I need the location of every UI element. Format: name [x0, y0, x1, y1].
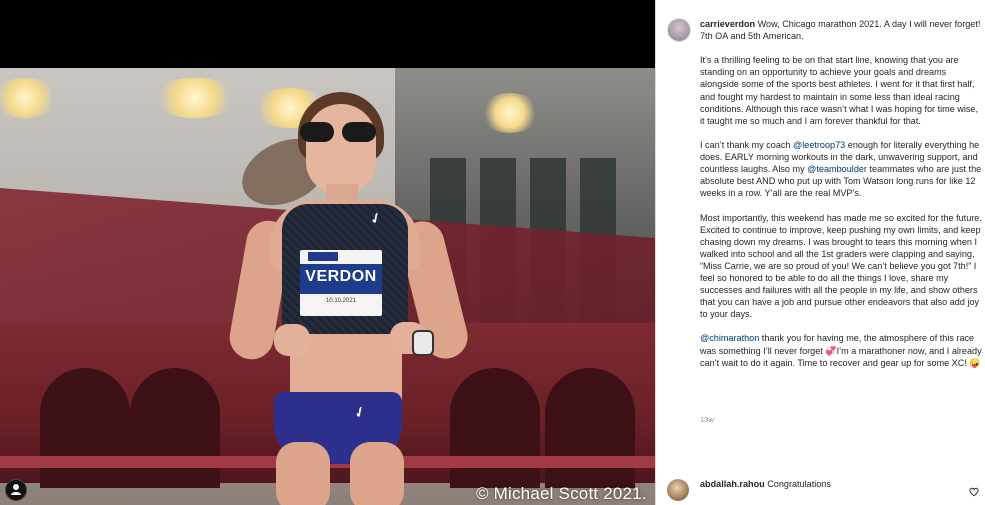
- bridge-arch: [545, 368, 635, 488]
- post-media: ✓ VERDON 10.10.2021 ✓ © Michael Scott 20…: [0, 0, 655, 505]
- mention-link[interactable]: @teamboulder: [807, 164, 867, 174]
- runner-hand: [274, 324, 310, 356]
- ceiling-light: [480, 93, 540, 133]
- sunglasses-lens: [342, 122, 376, 142]
- race-bib: VERDON 10.10.2021: [300, 250, 382, 316]
- bib-date: 10.10.2021: [325, 298, 357, 304]
- comment-body: abdallah.rahou Congratulations: [700, 479, 831, 489]
- runner-head: [306, 104, 376, 194]
- comment-text: Congratulations: [767, 479, 831, 489]
- runner-leg: [276, 442, 330, 505]
- sunglasses-lens: [300, 122, 334, 142]
- caption-text: I can’t thank my coach: [700, 139, 794, 150]
- runner: ✓ VERDON 10.10.2021 ✓: [226, 92, 480, 505]
- post-photo[interactable]: ✓ VERDON 10.10.2021 ✓: [0, 68, 655, 505]
- caption-scroll-area[interactable]: carrieverdon Wow, Chicago marathon 2021.…: [656, 0, 985, 432]
- user-icon: [11, 484, 21, 495]
- caption-paragraph: Most importantly, this weekend has made …: [700, 212, 982, 320]
- ceiling-light: [0, 78, 60, 118]
- sunglasses: [300, 122, 380, 142]
- caption-paragraph: It’s a thrilling feeling to be on that s…: [700, 55, 979, 126]
- hearts-emoji: 💞: [825, 345, 837, 356]
- caption-paragraph: @chimarathon thank you for having me, th…: [700, 332, 982, 368]
- caption-paragraph: I can’t thank my coach @leetroop73 enoug…: [700, 139, 982, 199]
- zany-face-emoji: 🤪: [969, 357, 981, 368]
- bib-name: VERDON: [305, 268, 377, 285]
- tagged-users-button[interactable]: [5, 479, 27, 501]
- comments-panel: carrieverdon Wow, Chicago marathon 2021.…: [655, 0, 985, 505]
- post-timestamp[interactable]: 13w: [700, 415, 714, 424]
- bridge-arch: [130, 368, 220, 488]
- mention-link[interactable]: @chimarathon: [700, 333, 759, 343]
- bib-logo: [308, 252, 338, 261]
- runner-leg: [350, 442, 404, 505]
- avatar[interactable]: [667, 479, 689, 501]
- mention-link[interactable]: @leetroop73: [793, 140, 845, 150]
- comment: abdallah.rahou Congratulations: [656, 476, 985, 501]
- bridge-arch: [40, 368, 130, 488]
- like-comment-button[interactable]: [969, 484, 979, 497]
- wristwatch: [412, 330, 434, 356]
- comment-username[interactable]: abdallah.rahou: [700, 479, 765, 489]
- avatar[interactable]: [667, 18, 691, 42]
- photo-copyright: © Michael Scott 2021.: [476, 484, 647, 503]
- post-caption: carrieverdon Wow, Chicago marathon 2021.…: [700, 18, 982, 381]
- ceiling-light: [150, 78, 240, 118]
- heart-icon: [969, 487, 979, 497]
- caption-username[interactable]: carrieverdon: [700, 19, 755, 29]
